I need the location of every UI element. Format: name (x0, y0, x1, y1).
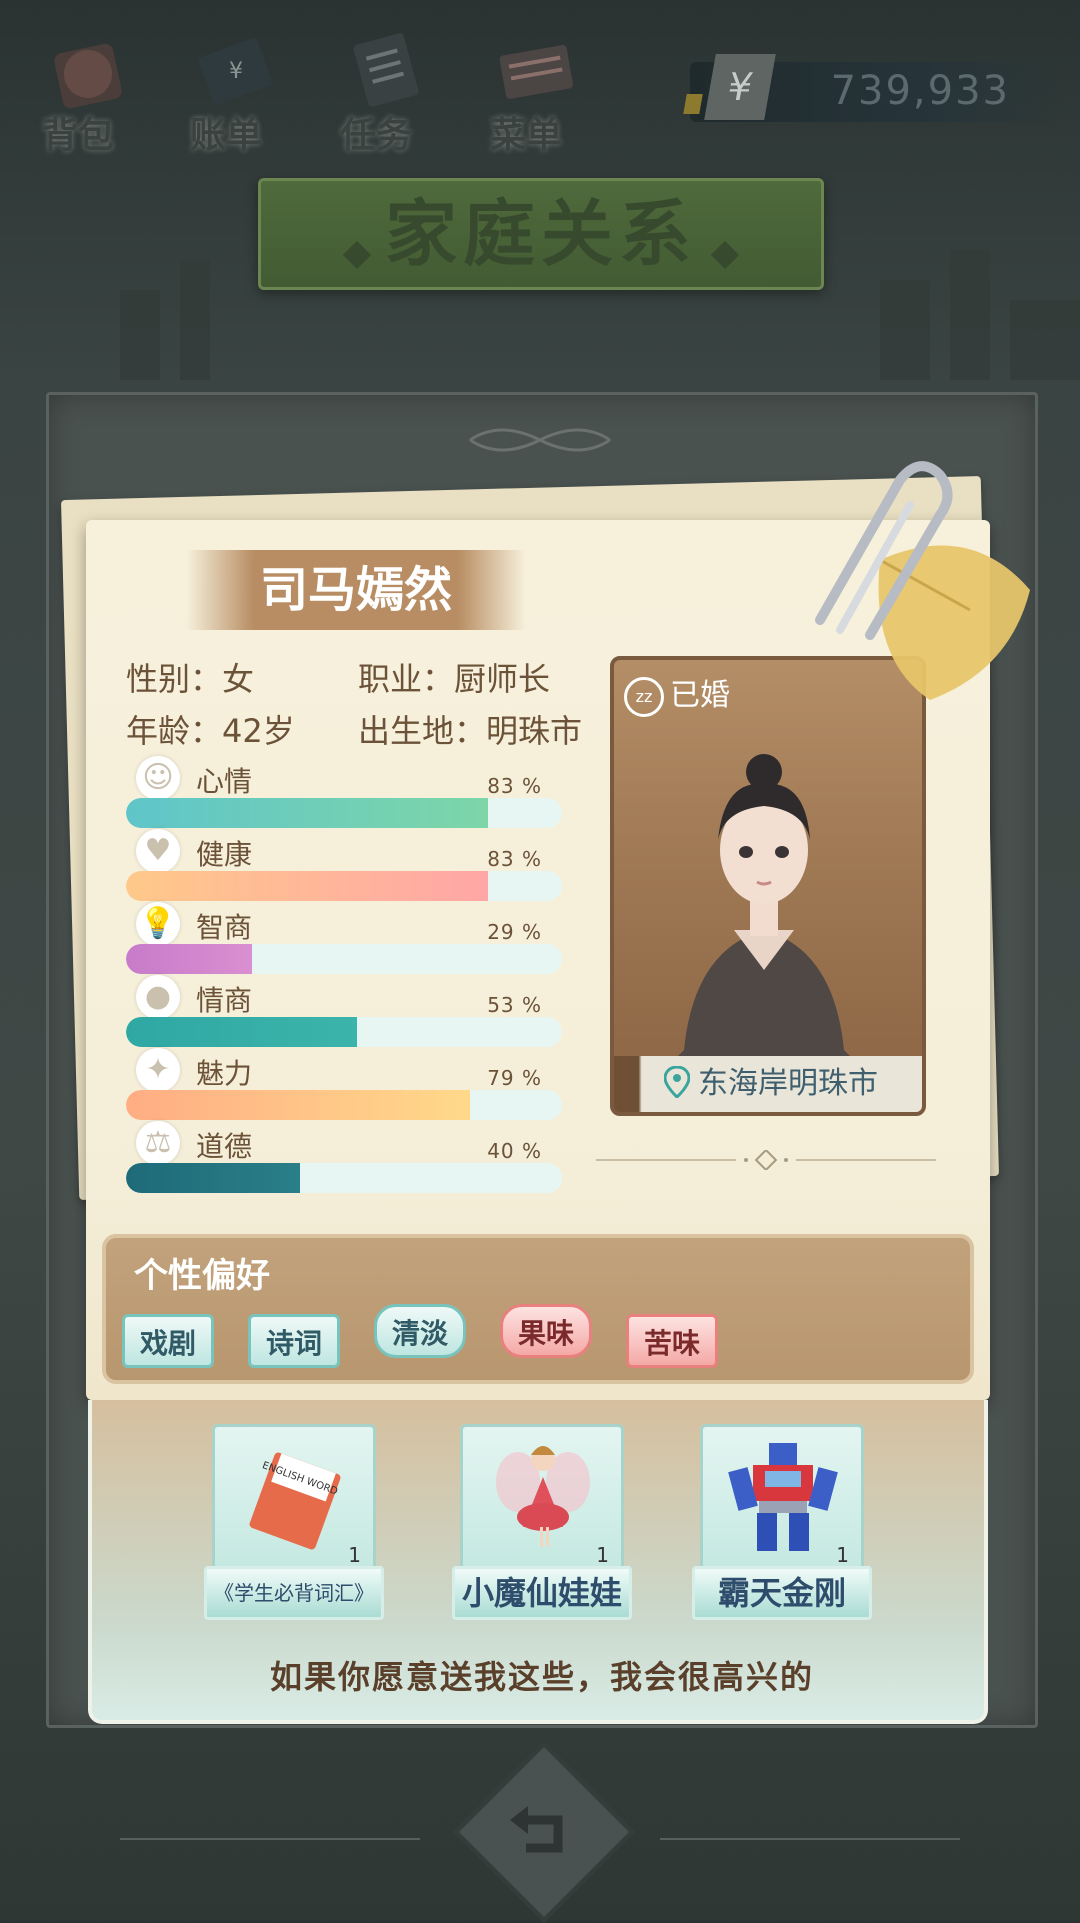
top-bar: 背包 ¥ 账单 任务 菜单 ¥ 739,933 (0, 0, 1080, 160)
money-value: 739,933 (830, 68, 1010, 114)
gift-icon-box: 1 (700, 1424, 864, 1574)
job-info: 职业：厨师长 (358, 660, 551, 698)
ginkgo-leaf-icon (878, 545, 1030, 700)
location-bar: 东海岸明珠市 (614, 1056, 922, 1112)
gift-count: 1 (596, 1543, 609, 1567)
stat-percent: 83 % (487, 847, 542, 871)
pref-tag[interactable]: 戏剧 (122, 1314, 214, 1368)
character-figure (674, 754, 854, 1060)
lightbulb-icon: 💡 (136, 902, 180, 946)
stat-bar-fill (126, 1017, 358, 1047)
gift-icon-box: ENGLISH WORD 1 (212, 1424, 376, 1574)
gift-count: 1 (836, 1543, 849, 1567)
wallet-icon: ¥ (198, 38, 272, 105)
pref-tag[interactable]: 诗词 (248, 1314, 340, 1368)
bottom-decor-line (120, 1838, 420, 1840)
diamond-icon (342, 240, 372, 269)
stat-label: 魅力 (196, 1057, 253, 1090)
pref-tag[interactable]: 清淡 (374, 1304, 466, 1358)
gender-info: 性别：女 (126, 660, 255, 698)
page-title-banner: 家庭关系 (258, 178, 824, 290)
ornament-icon (469, 428, 611, 452)
nav-backpack-label: 背包 (41, 115, 114, 156)
stat-label: 健康 (196, 838, 253, 871)
character-portrait[interactable]: zz 已婚 东海岸明珠市 (610, 656, 926, 1116)
stat-bar-fill (126, 944, 253, 974)
stat-row-eq: ● 情商 53 % (126, 975, 562, 1047)
character-name: 司马嫣然 (186, 550, 526, 630)
backpack-icon (54, 43, 122, 109)
return-arrow-icon (510, 1806, 563, 1853)
stat-bar-fill (126, 1163, 301, 1193)
stat-bar (126, 1090, 562, 1120)
gift-icon-box: 1 (460, 1424, 624, 1574)
divider-ornament (596, 1150, 936, 1170)
bottom-decor-line (660, 1838, 960, 1840)
heart-icon: ♥ (136, 829, 180, 873)
nav-bill[interactable]: ¥ 账单 (166, 10, 286, 156)
preferences-title: 个性偏好 (134, 1256, 270, 1296)
gift-name: 《学生必背词汇》 (204, 1566, 384, 1620)
preferences-box: 个性偏好 戏剧 诗词 清淡 果味 苦味 (102, 1234, 974, 1384)
english-book-icon: ENGLISH WORD (249, 1452, 341, 1550)
yen-coin-icon: ¥ (704, 54, 776, 120)
stat-label: 情商 (196, 984, 253, 1017)
location-text: 东海岸明珠市 (698, 1066, 878, 1101)
nav-bill-label: 账单 (189, 115, 262, 156)
apple-icon: ● (136, 975, 180, 1019)
scales-icon: ⚖ (136, 1121, 180, 1165)
stat-label: 心情 (196, 765, 253, 798)
sparkle-icon: ✦ (136, 1048, 180, 1092)
nav-backpack[interactable]: 背包 (18, 10, 138, 156)
gift-message: 如果你愿意送我这些，我会很高兴的 (269, 1658, 814, 1696)
gift-item[interactable]: ENGLISH WORD 1 《学生必背词汇》 (204, 1424, 384, 1620)
gift-panel: ENGLISH WORD 1 《学生必背词汇》 1 小魔仙娃娃 1 霸天金刚 如… (88, 1400, 988, 1724)
stat-bar-fill (126, 1090, 471, 1120)
stat-label: 智商 (196, 911, 253, 944)
stat-bar (126, 1163, 562, 1193)
paperclip-leaf-decoration (815, 461, 1030, 700)
stat-row-morality: ⚖ 道德 40 % (126, 1121, 562, 1193)
stat-percent: 29 % (487, 920, 542, 944)
task-list-icon (353, 33, 419, 107)
fairy-doll-icon (496, 1446, 590, 1547)
stat-label: 道德 (196, 1130, 253, 1163)
gift-count: 1 (348, 1543, 361, 1567)
stat-row-mood: ☺ 心情 83 % (126, 756, 562, 828)
stat-row-health: ♥ 健康 83 % (126, 829, 562, 901)
pref-tag[interactable]: 果味 (500, 1304, 592, 1358)
svg-text:¥: ¥ (229, 59, 243, 84)
nav-menu-label: 菜单 (489, 115, 562, 156)
stat-bar-fill (126, 798, 488, 828)
stat-percent: 40 % (487, 1139, 542, 1163)
robot-toy-icon (728, 1443, 838, 1551)
stat-bar (126, 871, 562, 901)
menu-book-icon (499, 45, 574, 99)
stat-row-charm: ✦ 魅力 79 % (126, 1048, 562, 1120)
stat-percent: 53 % (487, 993, 542, 1017)
stat-bar (126, 1017, 562, 1047)
stat-bar (126, 944, 562, 974)
diamond-icon (710, 240, 740, 269)
money-display: ¥ 739,933 (690, 54, 1070, 122)
smile-icon: ☺ (136, 756, 180, 800)
stat-bar-fill (126, 871, 488, 901)
stat-bar (126, 798, 562, 828)
nav-menu[interactable]: 菜单 (466, 10, 586, 156)
gift-name: 霸天金刚 (692, 1566, 872, 1620)
gift-item[interactable]: 1 霸天金刚 (692, 1424, 872, 1620)
stat-percent: 79 % (487, 1066, 542, 1090)
page-title: 家庭关系 (384, 192, 697, 276)
nav-task[interactable]: 任务 (316, 10, 436, 156)
pref-tag[interactable]: 苦味 (626, 1314, 718, 1368)
birthplace-info: 出生地：明珠市 (358, 712, 583, 750)
stat-row-iq: 💡 智商 29 % (126, 902, 562, 974)
nav-task-label: 任务 (339, 115, 412, 156)
gift-item[interactable]: 1 小魔仙娃娃 (452, 1424, 632, 1620)
gift-name: 小魔仙娃娃 (452, 1566, 632, 1620)
location-pin-icon (664, 1066, 690, 1098)
age-info: 年龄：42岁 (126, 712, 295, 750)
stat-percent: 83 % (487, 774, 542, 798)
